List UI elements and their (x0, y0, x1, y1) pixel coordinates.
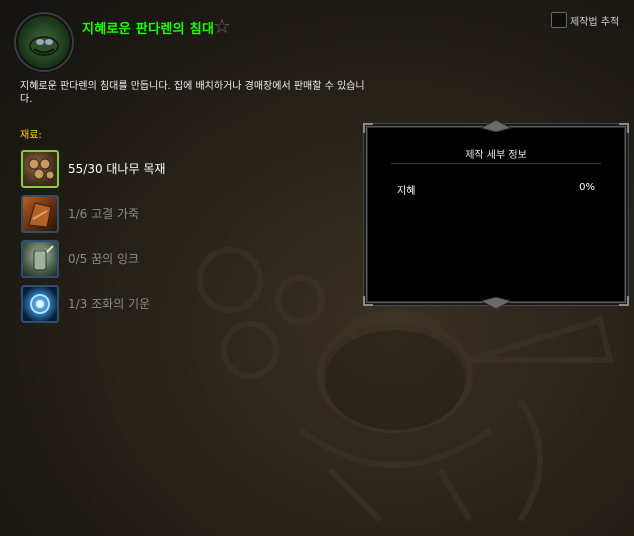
harmony-essence-icon[interactable] (21, 285, 59, 323)
dream-ink-icon[interactable] (21, 240, 59, 278)
panel-divider (391, 163, 601, 164)
star-icon[interactable]: ☆ (213, 14, 231, 38)
reagent-text: 1/6 고결 가죽 (68, 207, 140, 221)
stat-name: 지혜 (397, 186, 416, 197)
recipe-icon-art (29, 36, 59, 56)
bamboo-lumber-icon[interactable] (21, 150, 59, 188)
pandaren-bed-icon (18, 16, 70, 68)
noble-leather-icon[interactable] (21, 195, 59, 233)
reagent-text: 1/3 조화의 기운 (68, 297, 151, 311)
reagent-text: 0/5 꿈의 잉크 (68, 252, 140, 266)
track-recipe-checkbox[interactable] (551, 12, 567, 28)
track-recipe-label[interactable]: 제작법 추적 (570, 13, 619, 28)
panel-ornament (481, 119, 511, 132)
panel-corner (619, 123, 629, 133)
panel-title: 제작 세부 정보 (465, 150, 527, 161)
panel-corner (619, 296, 629, 306)
panel-corner (363, 123, 373, 133)
recipe-title: 지혜로운 판다렌의 침대 (82, 22, 215, 37)
reagents-label: 재료: (20, 130, 42, 141)
reagent-text: 55/30 대나무 목재 (68, 162, 166, 176)
stat-value: 0% (579, 182, 595, 193)
panel-ornament (481, 297, 511, 310)
panel-corner (363, 296, 373, 306)
recipe-description: 지혜로운 판다렌의 침대를 만듭니다. 집에 배치하거나 경매장에서 판매할 수… (20, 81, 365, 105)
crafting-details-panel: 제작 세부 정보 지혜 0% (363, 119, 629, 310)
